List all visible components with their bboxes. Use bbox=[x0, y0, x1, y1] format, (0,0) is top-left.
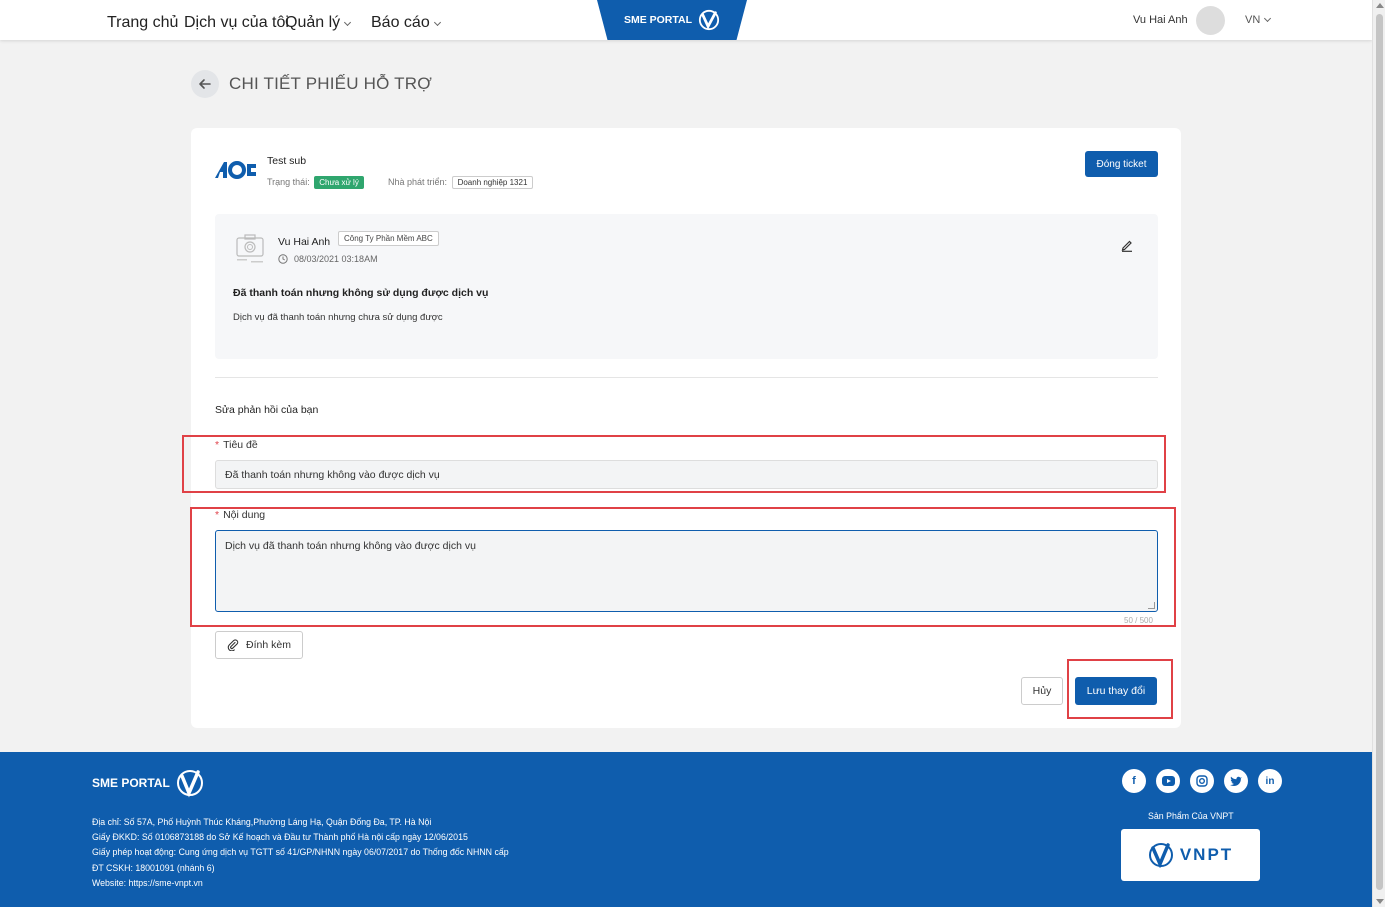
footer-info: Địa chỉ: Số 57A, Phố Huỳnh Thúc Kháng,Ph… bbox=[92, 815, 509, 891]
required-marker: * bbox=[215, 439, 220, 451]
title-field-label: * Tiêu đề bbox=[215, 439, 258, 451]
content-textarea[interactable]: Dịch vụ đã thanh toán nhưng không vào đư… bbox=[215, 530, 1158, 612]
footer-operating-license: Giấy phép hoạt động: Cung ứng dịch vụ TG… bbox=[92, 847, 509, 858]
section-divider bbox=[215, 377, 1158, 378]
chevron-down-icon bbox=[344, 18, 352, 27]
vnpt-swoosh-icon bbox=[1148, 843, 1173, 868]
attach-button-label: Đính kèm bbox=[246, 639, 291, 651]
attach-button[interactable]: Đính kèm bbox=[215, 631, 303, 659]
content-label-text: Nội dung bbox=[223, 509, 266, 521]
nav-management[interactable]: Quản lý bbox=[285, 14, 352, 32]
scroll-up-arrow-icon[interactable] bbox=[1376, 3, 1384, 8]
vnpt-swoosh-icon bbox=[698, 9, 720, 31]
footer-business-license: Giấy ĐKKD: Số 0106873188 do Sở Kế hoạch … bbox=[92, 832, 468, 843]
facebook-icon[interactable]: f bbox=[1122, 769, 1146, 793]
status-field: Trạng thái: Chưa xử lý bbox=[267, 176, 364, 189]
footer-brand-text: SME PORTAL bbox=[92, 776, 170, 790]
top-header: Trang chủ Dịch vụ của tôi Quản lý Báo cá… bbox=[0, 0, 1372, 40]
original-post: Vu Hai Anh Công Ty Phần Mềm ABC 08/03/20… bbox=[215, 214, 1158, 359]
back-button[interactable] bbox=[191, 70, 219, 98]
close-ticket-button[interactable]: Đóng ticket bbox=[1085, 151, 1158, 177]
social-links: f in bbox=[1122, 769, 1282, 793]
page-title: CHI TIẾT PHIẾU HỖ TRỢ bbox=[229, 74, 432, 93]
ticket-card: Test sub Trạng thái: Chưa xử lý Nhà phát… bbox=[191, 128, 1181, 728]
content-text: Dịch vụ đã thanh toán nhưng không vào đư… bbox=[225, 540, 476, 552]
save-changes-button[interactable]: Lưu thay đổi bbox=[1075, 677, 1157, 705]
brand-logo[interactable]: SME PORTAL bbox=[597, 0, 747, 40]
nav-reports-label: Báo cáo bbox=[371, 14, 430, 31]
arrow-left-icon bbox=[199, 79, 211, 89]
page-scrollbar[interactable] bbox=[1372, 0, 1385, 907]
vnpt-logo[interactable]: VNPT bbox=[1121, 829, 1260, 881]
language-label: VN bbox=[1245, 14, 1261, 26]
nav-my-services[interactable]: Dịch vụ của tôi bbox=[184, 14, 289, 32]
vnpt-swoosh-icon bbox=[176, 770, 203, 798]
cancel-button[interactable]: Hủy bbox=[1021, 677, 1063, 705]
footer-address: Địa chỉ: Số 57A, Phố Huỳnh Thúc Kháng,Ph… bbox=[92, 817, 432, 827]
brand-text: SME PORTAL bbox=[623, 14, 693, 26]
title-input[interactable]: Đã thanh toán nhưng không vào được dịch … bbox=[215, 460, 1158, 489]
scroll-thumb[interactable] bbox=[1376, 14, 1383, 890]
character-counter: 50 / 500 bbox=[1124, 616, 1153, 625]
user-name[interactable]: Vu Hai Anh bbox=[1133, 14, 1188, 26]
service-logo bbox=[215, 161, 256, 179]
edit-pencil-icon[interactable] bbox=[1120, 238, 1134, 252]
youtube-icon[interactable] bbox=[1156, 769, 1180, 793]
status-label: Trạng thái: bbox=[267, 177, 310, 187]
required-marker: * bbox=[215, 509, 220, 521]
nav-management-label: Quản lý bbox=[285, 14, 341, 31]
paperclip-icon bbox=[227, 639, 239, 651]
footer-brand-logo[interactable]: SME PORTAL bbox=[92, 768, 204, 798]
footer-hotline: ĐT CSKH: 18001091 (nhánh 6) bbox=[92, 862, 215, 873]
post-timestamp: 08/03/2021 03:18AM bbox=[278, 254, 378, 264]
title-label-text: Tiêu đề bbox=[223, 439, 258, 451]
developer-badge: Doanh nghiệp 1321 bbox=[451, 176, 534, 189]
post-timestamp-text: 08/03/2021 03:18AM bbox=[294, 254, 378, 264]
instagram-icon[interactable] bbox=[1190, 769, 1214, 793]
camera-placeholder-icon bbox=[236, 234, 264, 263]
post-author: Vu Hai Anh bbox=[278, 236, 331, 248]
service-name: Test sub bbox=[267, 155, 307, 167]
developer-field: Nhà phát triển: Doanh nghiệp 1321 bbox=[388, 176, 534, 189]
footer-website[interactable]: Website: https://sme-vnpt.vn bbox=[92, 876, 509, 891]
status-badge: Chưa xử lý bbox=[314, 176, 364, 189]
post-title: Đã thanh toán nhưng không sử dụng được d… bbox=[233, 287, 489, 299]
language-select[interactable]: VN bbox=[1245, 14, 1272, 26]
post-body: Dịch vụ đã thanh toán nhưng chưa sử dụng… bbox=[233, 312, 443, 323]
vnpt-product-label: Sản Phẩm Của VNPT bbox=[1148, 811, 1234, 821]
developer-label: Nhà phát triển: bbox=[388, 177, 448, 187]
vnpt-logo-text: VNPT bbox=[1179, 845, 1234, 864]
linkedin-icon[interactable]: in bbox=[1258, 769, 1282, 793]
chevron-down-icon bbox=[1264, 14, 1272, 23]
twitter-icon[interactable] bbox=[1224, 769, 1248, 793]
nav-home[interactable]: Trang chủ bbox=[107, 14, 178, 32]
resize-handle-icon[interactable] bbox=[1148, 602, 1155, 609]
post-company-badge: Công Ty Phần Mềm ABC bbox=[338, 231, 439, 246]
content-field-label: * Nội dung bbox=[215, 509, 265, 521]
scroll-down-arrow-icon[interactable] bbox=[1376, 899, 1384, 904]
clock-icon bbox=[278, 254, 288, 264]
page-footer: SME PORTAL Địa chỉ: Số 57A, Phố Huỳnh Th… bbox=[0, 752, 1372, 907]
avatar[interactable] bbox=[1196, 6, 1225, 35]
chevron-down-icon bbox=[433, 18, 441, 27]
edit-reply-heading: Sửa phản hồi của bạn bbox=[215, 404, 319, 416]
nav-reports[interactable]: Báo cáo bbox=[371, 14, 441, 32]
